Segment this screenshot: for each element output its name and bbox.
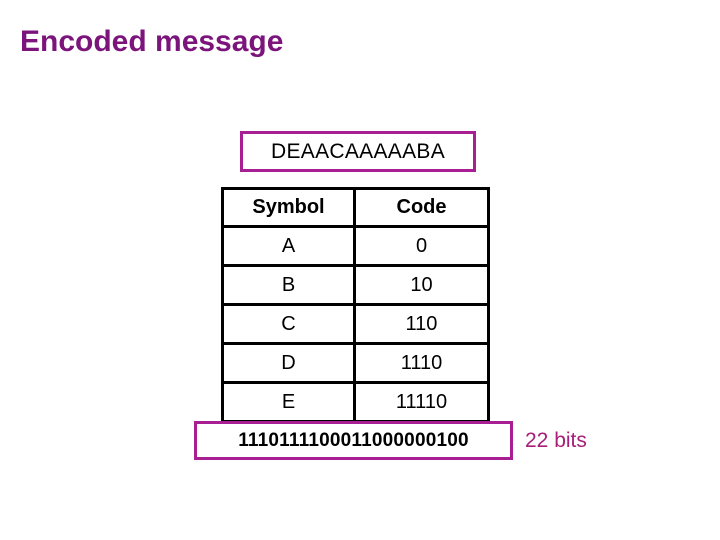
code-table: Symbol Code A 0 B 10 C 110 D 1110 E 1111… bbox=[221, 187, 490, 423]
cell-code: 110 bbox=[353, 303, 490, 345]
page-title: Encoded message bbox=[20, 25, 284, 58]
column-header-symbol: Symbol bbox=[221, 187, 356, 228]
slide-canvas: Encoded message DEAACAAAAABA Symbol Code… bbox=[0, 0, 720, 540]
table-row: A 0 bbox=[221, 225, 490, 267]
encoded-message-box: DEAACAAAAABA bbox=[240, 131, 476, 172]
table-header-row: Symbol Code bbox=[221, 187, 490, 228]
encoded-bits-box: 1110111100011000000100 bbox=[194, 421, 513, 460]
cell-code: 0 bbox=[353, 225, 490, 267]
column-header-code: Code bbox=[353, 187, 490, 228]
cell-code: 10 bbox=[353, 264, 490, 306]
cell-symbol: D bbox=[221, 342, 356, 384]
table-row: D 1110 bbox=[221, 342, 490, 384]
bits-count-label: 22 bits bbox=[525, 429, 587, 452]
table-row: C 110 bbox=[221, 303, 490, 345]
table-row: B 10 bbox=[221, 264, 490, 306]
cell-symbol: B bbox=[221, 264, 356, 306]
encoded-bits-text: 1110111100011000000100 bbox=[238, 429, 469, 451]
cell-symbol: C bbox=[221, 303, 356, 345]
cell-code: 11110 bbox=[353, 381, 490, 423]
cell-symbol: A bbox=[221, 225, 356, 267]
table-row: E 11110 bbox=[221, 381, 490, 423]
encoded-message-text: DEAACAAAAABA bbox=[271, 139, 445, 163]
cell-code: 1110 bbox=[353, 342, 490, 384]
cell-symbol: E bbox=[221, 381, 356, 423]
